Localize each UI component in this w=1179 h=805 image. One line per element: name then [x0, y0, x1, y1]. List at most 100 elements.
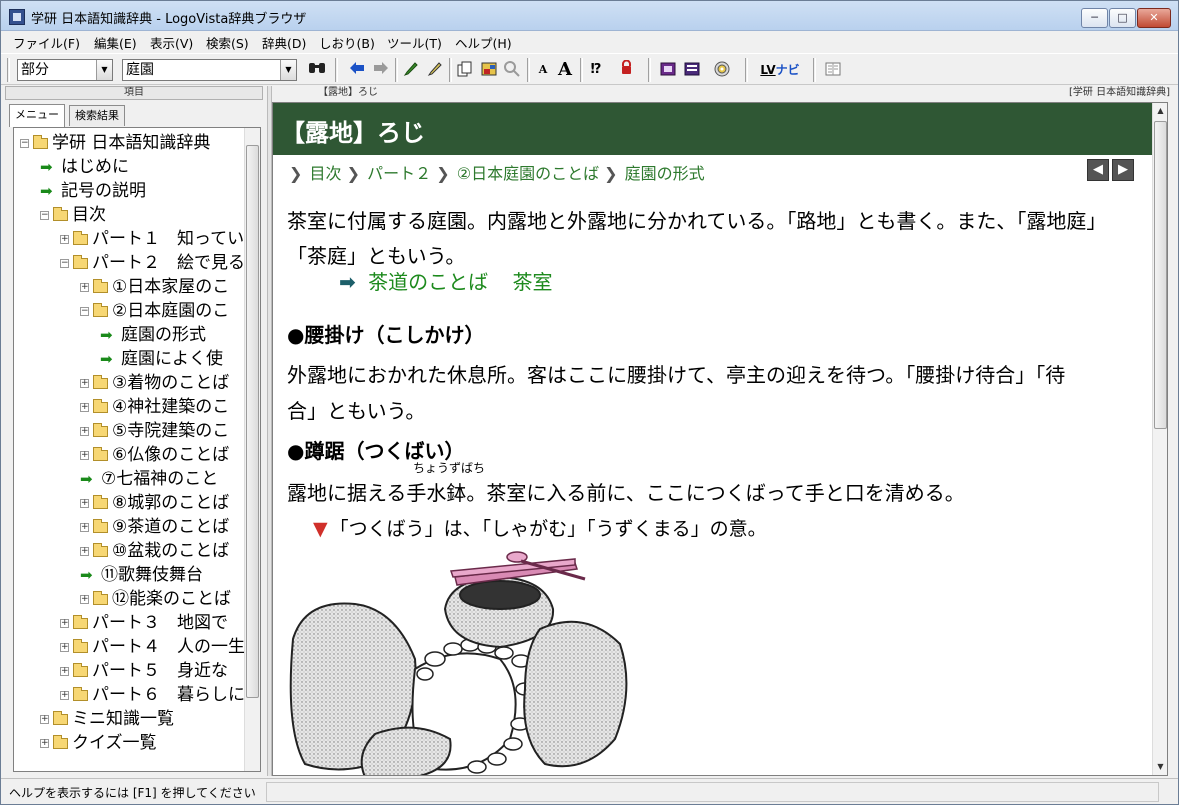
match-mode-select[interactable]: 部分 ▼: [17, 59, 113, 81]
tree-node[interactable]: + ⑧城郭のことば: [80, 491, 229, 515]
tree-node[interactable]: − 目次: [40, 203, 106, 227]
menu-bookmark[interactable]: しおり(B): [319, 33, 375, 52]
expand-icon[interactable]: +: [40, 738, 49, 748]
breadcrumb-toc-link[interactable]: 目次: [310, 164, 342, 183]
forward-icon[interactable]: [371, 60, 391, 80]
cd-icon[interactable]: [712, 60, 732, 80]
related-link-tea-ceremony[interactable]: 茶道のことば: [368, 270, 488, 294]
tree-scrollbar[interactable]: [244, 128, 260, 771]
tab-search-results[interactable]: 検索結果: [69, 105, 125, 126]
dictionary-icon[interactable]: [658, 60, 678, 80]
tree-node[interactable]: + ⑫能楽のことば: [80, 587, 231, 611]
tree-node[interactable]: ➡ 庭園によく使: [100, 347, 223, 371]
tab-menu[interactable]: メニュー: [9, 104, 65, 127]
expand-icon[interactable]: +: [80, 378, 89, 388]
tree-node[interactable]: + ⑩盆栽のことば: [80, 539, 229, 563]
tree-node[interactable]: + パート１ 知ってい: [60, 227, 244, 251]
tree-node[interactable]: + ①日本家屋のこ: [80, 275, 229, 299]
tree-node[interactable]: + パート５ 身近な: [60, 659, 228, 683]
search-icon[interactable]: [307, 60, 327, 80]
toolbar-grip[interactable]: [745, 58, 748, 82]
collapse-icon[interactable]: −: [80, 306, 89, 316]
tree-node[interactable]: ➡ ⑪歌舞伎舞台: [80, 563, 203, 587]
scroll-up-icon[interactable]: ▲: [1153, 103, 1167, 119]
stop-icon[interactable]: [616, 59, 636, 80]
menu-view[interactable]: 表示(V): [150, 33, 193, 52]
content-scrollbar-thumb[interactable]: [1154, 121, 1167, 429]
previous-entry-button[interactable]: ◀: [1087, 159, 1109, 181]
related-link-tea-room[interactable]: 茶室: [512, 270, 552, 294]
expand-icon[interactable]: +: [60, 690, 69, 700]
expand-icon[interactable]: +: [80, 282, 89, 292]
expand-icon[interactable]: +: [80, 402, 89, 412]
toolbar-grip[interactable]: [335, 58, 338, 82]
menu-edit[interactable]: 編集(E): [94, 33, 137, 52]
expand-icon[interactable]: +: [80, 546, 89, 556]
expand-icon[interactable]: +: [60, 618, 69, 628]
next-entry-button[interactable]: ▶: [1112, 159, 1134, 181]
expand-icon[interactable]: +: [80, 498, 89, 508]
tree-node[interactable]: − パート２ 絵で見る: [60, 251, 245, 275]
toolbar-grip[interactable]: [648, 58, 651, 82]
navi-button[interactable]: LVナビ: [757, 60, 803, 80]
expand-icon[interactable]: +: [80, 450, 89, 460]
scroll-down-icon[interactable]: ▼: [1153, 759, 1167, 775]
menu-dictionary[interactable]: 辞典(D): [262, 33, 306, 52]
back-icon[interactable]: [347, 60, 367, 80]
expand-icon[interactable]: +: [60, 642, 69, 652]
tree-node[interactable]: + クイズ一覧: [40, 731, 157, 755]
chevron-down-icon[interactable]: ▼: [96, 60, 112, 80]
breadcrumb-part2-link[interactable]: パート２: [367, 164, 431, 183]
expand-icon[interactable]: +: [60, 234, 69, 244]
toolbar-grip[interactable]: [527, 58, 530, 82]
expand-icon[interactable]: +: [80, 426, 89, 436]
tree-node[interactable]: + ⑥仏像のことば: [80, 443, 229, 467]
toolbar-grip[interactable]: [813, 58, 816, 82]
dictionary-list-icon[interactable]: [682, 60, 702, 80]
tree-node[interactable]: + ④神社建築のこ: [80, 395, 229, 419]
menu-file[interactable]: ファイル(F): [13, 33, 80, 52]
collapse-icon[interactable]: −: [20, 138, 29, 148]
expand-icon[interactable]: +: [80, 594, 89, 604]
tree-node[interactable]: + ⑤寺院建築のこ: [80, 419, 229, 443]
toolbar-grip[interactable]: [395, 58, 398, 82]
tree-node[interactable]: − 学研 日本語知識辞典: [20, 131, 210, 155]
tree-node[interactable]: ➡ 記号の説明: [40, 179, 146, 203]
expand-icon[interactable]: +: [60, 666, 69, 676]
tree-node[interactable]: + ③着物のことば: [80, 371, 229, 395]
menu-tools[interactable]: ツール(T): [387, 33, 442, 52]
toolbar-grip[interactable]: [7, 58, 10, 82]
expand-icon[interactable]: +: [40, 714, 49, 724]
toolbar-grip[interactable]: [449, 58, 452, 82]
tree-node[interactable]: ➡ はじめに: [40, 155, 129, 179]
pen-icon[interactable]: [425, 60, 445, 80]
expand-icon[interactable]: +: [80, 522, 89, 532]
menu-search[interactable]: 検索(S): [206, 33, 249, 52]
font-larger-icon[interactable]: A: [555, 60, 575, 80]
close-button[interactable]: ✕: [1137, 8, 1171, 28]
tree-node[interactable]: ➡ ⑦七福神のこと: [80, 467, 218, 491]
collapse-icon[interactable]: −: [40, 210, 49, 220]
tree-scrollbar-thumb[interactable]: [246, 145, 259, 698]
tree-node[interactable]: ➡ 庭園の形式: [100, 323, 206, 347]
tree-node[interactable]: + ⑨茶道のことば: [80, 515, 229, 539]
help-query-icon[interactable]: ⁉: [586, 60, 606, 80]
tree-node[interactable]: − ②日本庭園のこ: [80, 299, 229, 323]
marker-icon[interactable]: [401, 60, 421, 80]
image-icon[interactable]: [479, 60, 499, 80]
content-scrollbar[interactable]: ▲ ▼: [1152, 103, 1167, 775]
zoom-icon[interactable]: [502, 60, 522, 80]
tree-node[interactable]: + パート３ 地図で: [60, 611, 228, 635]
menu-help[interactable]: ヘルプ(H): [455, 33, 512, 52]
columns-icon[interactable]: [823, 60, 843, 80]
tree-node[interactable]: + ミニ知識一覧: [40, 707, 174, 731]
breadcrumb-garden-forms-link[interactable]: 庭園の形式: [625, 164, 705, 183]
tree-node[interactable]: + パート６ 暮らしに: [60, 683, 245, 707]
toolbar-grip[interactable]: [580, 58, 583, 82]
minimize-button[interactable]: ─: [1081, 8, 1108, 28]
search-input[interactable]: 庭園 ▼: [122, 59, 297, 81]
font-smaller-icon[interactable]: A: [533, 60, 553, 80]
collapse-icon[interactable]: −: [60, 258, 69, 268]
tree-node[interactable]: + パート４ 人の一生: [60, 635, 245, 659]
copy-icon[interactable]: [455, 60, 475, 80]
